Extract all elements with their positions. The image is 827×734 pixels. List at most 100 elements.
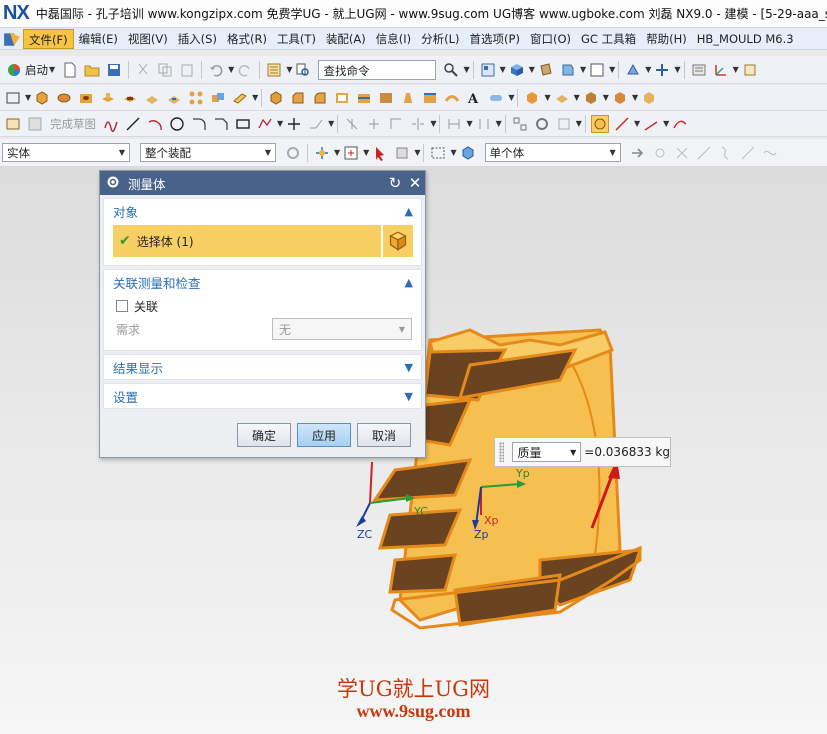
layer-settings-icon[interactable] (265, 61, 283, 79)
extrude-icon[interactable] (33, 89, 51, 107)
undo-icon[interactable] (207, 61, 225, 79)
measure-length-icon[interactable] (671, 115, 689, 133)
command-search-input[interactable]: 查找命令 (318, 59, 437, 80)
associative-section-header[interactable]: 关联测量和检查 ▲ (104, 270, 421, 294)
datum-plane-icon[interactable] (231, 89, 249, 107)
drag-handle[interactable] (499, 442, 505, 462)
paste-icon[interactable] (178, 61, 196, 79)
sync-pull-face-icon[interactable] (553, 89, 571, 107)
split-body-icon[interactable] (377, 89, 395, 107)
block-icon[interactable] (267, 89, 285, 107)
settings-section-header[interactable]: 设置 ▼ (104, 384, 421, 408)
sync-offset-icon[interactable] (582, 89, 600, 107)
search-icon[interactable] (442, 61, 460, 79)
measure-angle-icon[interactable] (642, 115, 660, 133)
menu-format[interactable]: 格式(R) (222, 29, 272, 49)
associative-checkbox[interactable] (116, 300, 128, 312)
offset-curve-icon[interactable] (307, 115, 325, 133)
chevron-down-icon[interactable]: ▼ (405, 361, 413, 374)
tube-icon[interactable] (487, 89, 505, 107)
polygon-icon[interactable] (256, 115, 274, 133)
object-section-header[interactable]: 对象 ▲ (104, 199, 421, 223)
pattern-feature-icon[interactable] (187, 89, 205, 107)
ok-button[interactable]: 确定 (237, 423, 291, 447)
thicken-icon[interactable] (443, 89, 461, 107)
body-rule-select[interactable]: 单个体 ▼ (484, 143, 621, 162)
copy-icon[interactable] (156, 61, 174, 79)
move-object-icon[interactable] (624, 61, 642, 79)
hole-icon[interactable] (77, 89, 95, 107)
new-file-icon[interactable] (61, 61, 79, 79)
rectangle-select-icon[interactable] (429, 144, 447, 162)
filter-settings-icon[interactable] (284, 144, 302, 162)
wcs-icon[interactable] (712, 61, 730, 79)
circle-icon[interactable] (168, 115, 186, 133)
associative-checkbox-row[interactable]: 关联 (116, 296, 412, 316)
finish-sketch-button[interactable]: 完成草图 (50, 116, 96, 132)
chevron-down-icon[interactable]: ▼ (405, 390, 413, 403)
snap-midpoint-icon[interactable] (673, 144, 691, 162)
arc-icon[interactable] (146, 115, 164, 133)
cancel-button[interactable]: 取消 (357, 423, 411, 447)
view-orient-icon[interactable] (479, 61, 497, 79)
selection-scope-select[interactable]: 整个装配 ▼ (140, 143, 276, 162)
snap-curve-icon[interactable] (717, 144, 735, 162)
render-style-icon[interactable] (508, 61, 526, 79)
open-folder-icon[interactable] (83, 61, 101, 79)
measure-tool-icon[interactable] (590, 114, 609, 133)
sketch-box-icon[interactable] (4, 89, 22, 107)
quick-trim-icon[interactable] (343, 115, 361, 133)
line-icon[interactable] (124, 115, 142, 133)
shade-icon[interactable] (537, 61, 555, 79)
menu-edit[interactable]: 编辑(E) (74, 29, 123, 49)
snap-endpoint-icon[interactable] (651, 144, 669, 162)
sketch-relations-icon[interactable] (511, 115, 529, 133)
save-icon[interactable] (105, 61, 123, 79)
edge-blend-icon[interactable] (311, 89, 329, 107)
type-filter-select[interactable]: 实体 ▼ (2, 143, 130, 162)
background-color-icon[interactable] (588, 61, 606, 79)
dimension-icon[interactable] (445, 115, 463, 133)
fillet-icon[interactable] (190, 115, 208, 133)
text-icon[interactable]: A (465, 89, 483, 107)
slot-icon[interactable] (165, 89, 183, 107)
quick-pick-icon[interactable] (371, 144, 389, 162)
chevron-up-icon[interactable]: ▲ (405, 276, 413, 289)
select-body-field[interactable]: ✔ 选择体 (1) (113, 225, 381, 257)
dialog-title-bar[interactable]: 测量体 ↻ ✕ (100, 171, 425, 195)
sync-delete-icon[interactable] (640, 89, 658, 107)
chevron-up-icon[interactable]: ▲ (405, 205, 413, 218)
results-section-header[interactable]: 结果显示 ▼ (104, 355, 421, 379)
point-icon[interactable] (285, 115, 303, 133)
shell-icon[interactable] (333, 89, 351, 107)
solid-body-icon[interactable] (381, 225, 413, 257)
more-tools-icon[interactable] (741, 61, 759, 79)
snap-line-icon[interactable] (695, 144, 713, 162)
forward-arrow-icon[interactable] (629, 144, 647, 162)
unite-icon[interactable] (209, 89, 227, 107)
gear-icon[interactable] (106, 175, 120, 192)
menu-assembly[interactable]: 装配(A) (321, 29, 371, 49)
profile-icon[interactable] (102, 115, 120, 133)
measure-quantity-select[interactable]: 质量 ▼ (512, 442, 582, 462)
menu-file[interactable]: 文件(F) (23, 28, 74, 49)
redo-icon[interactable] (236, 61, 254, 79)
sync-move-face-icon[interactable] (523, 89, 541, 107)
offset-face-icon[interactable] (421, 89, 439, 107)
command-finder-icon[interactable] (294, 61, 312, 79)
make-corner-icon[interactable] (387, 115, 405, 133)
chamfer-icon[interactable] (289, 89, 307, 107)
sketch-alternate-icon[interactable] (555, 115, 573, 133)
reposition-icon[interactable] (653, 61, 671, 79)
quick-extend-icon[interactable] (365, 115, 383, 133)
menu-help[interactable]: 帮助(H) (641, 29, 692, 49)
menu-info[interactable]: 信息(I) (371, 29, 416, 49)
trim-body-icon[interactable] (355, 89, 373, 107)
menu-view[interactable]: 视图(V) (123, 29, 173, 49)
menu-hb-mould[interactable]: HB_MOULD M6.3 (692, 29, 799, 49)
select-body-icon[interactable] (459, 144, 477, 162)
cut-icon[interactable] (134, 61, 152, 79)
mirror-curve-icon[interactable] (409, 115, 427, 133)
boss-icon[interactable] (99, 89, 117, 107)
start-button[interactable]: 启动 ▼ (6, 62, 55, 78)
